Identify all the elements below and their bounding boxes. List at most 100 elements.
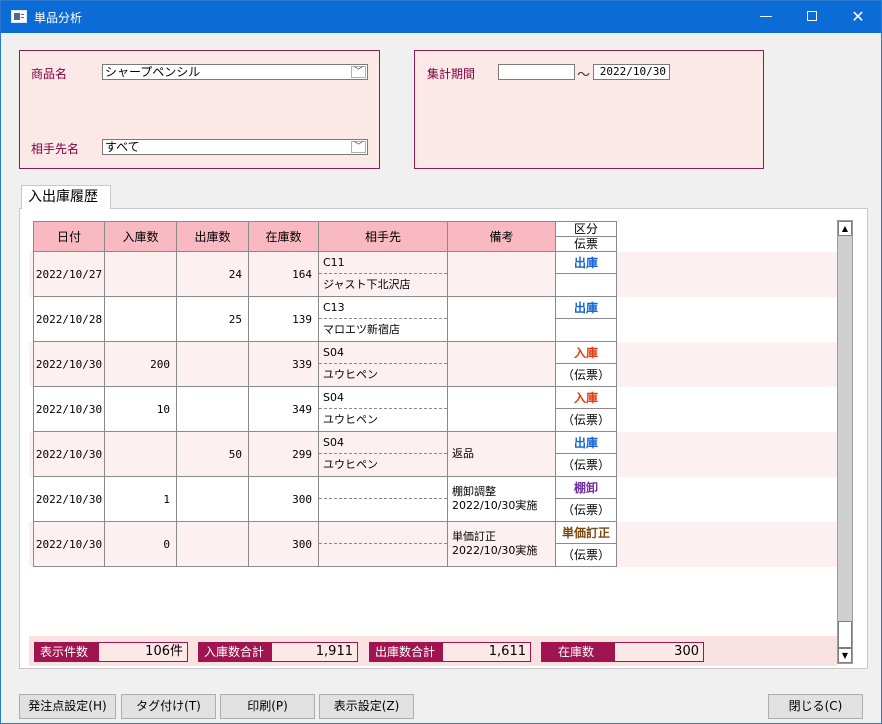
cell-note bbox=[447, 296, 556, 342]
cell-partner: S04 ユウヒペン bbox=[318, 386, 448, 432]
product-value: シャープペンシル bbox=[105, 65, 201, 79]
product-select[interactable]: シャープペンシル ﹀ bbox=[102, 64, 368, 80]
chevron-down-icon[interactable]: ﹀ bbox=[351, 66, 366, 78]
table-row[interactable]: 2022/10/27 24 164 C11 ジャスト下北沢店 bbox=[33, 251, 556, 297]
cell-partner: C11 ジャスト下北沢店 bbox=[318, 251, 448, 297]
period-from-field[interactable] bbox=[498, 64, 575, 80]
partner-name: ユウヒペン bbox=[323, 368, 378, 381]
slip-link[interactable]: （伝票） bbox=[555, 363, 617, 387]
cell-stock: 339 bbox=[248, 341, 319, 387]
partner-code: S04 bbox=[319, 432, 447, 454]
cell-date: 2022/10/30 bbox=[33, 521, 105, 567]
type-cell: 入庫 bbox=[555, 341, 617, 364]
period-label: 集計期間 bbox=[427, 67, 476, 81]
cell-out bbox=[176, 476, 249, 522]
slip-link[interactable]: （伝票） bbox=[555, 543, 617, 567]
col-partner-header[interactable]: 相手先 bbox=[318, 221, 448, 252]
close-button[interactable]: 閉じる(C) bbox=[768, 694, 863, 719]
history-table: 日付 入庫数 出庫数 在庫数 相手先 備考 2022/10/27 24 164 … bbox=[33, 221, 556, 567]
partner-name: マロエツ新宿店 bbox=[323, 323, 400, 336]
stock-value: 300 bbox=[614, 642, 704, 662]
type-cell: 単価訂正 bbox=[555, 521, 617, 544]
chevron-down-icon[interactable]: ﹀ bbox=[351, 141, 366, 153]
partner-name: ジャスト下北沢店 bbox=[323, 278, 411, 291]
cell-date: 2022/10/30 bbox=[33, 476, 105, 522]
cell-stock: 349 bbox=[248, 386, 319, 432]
order-point-button[interactable]: 発注点設定(H) bbox=[19, 694, 116, 719]
table-row[interactable]: 2022/10/28 25 139 C13 マロエツ新宿店 bbox=[33, 296, 556, 342]
cell-out bbox=[176, 386, 249, 432]
partner-code bbox=[319, 477, 447, 499]
partner-value: すべて bbox=[105, 140, 140, 154]
note-line1: 単価訂正 bbox=[452, 530, 496, 543]
col-out-header[interactable]: 出庫数 bbox=[176, 221, 249, 252]
tab-history[interactable]: 入出庫履歴 bbox=[21, 185, 111, 209]
slip-link[interactable]: （伝票） bbox=[555, 453, 617, 477]
table-row[interactable]: 2022/10/30 200 339 S04 ユウヒペン bbox=[33, 341, 556, 387]
scroll-thumb[interactable] bbox=[838, 621, 852, 648]
cell-note: 返品 bbox=[447, 431, 556, 477]
type-cell: 出庫 bbox=[555, 296, 617, 319]
cell-out: 25 bbox=[176, 296, 249, 342]
app-icon bbox=[11, 10, 27, 23]
cell-in bbox=[104, 251, 177, 297]
cell-out: 50 bbox=[176, 431, 249, 477]
out-total-value: 1,611 bbox=[442, 642, 531, 662]
col-note-header[interactable]: 備考 bbox=[447, 221, 556, 252]
partner-code: S04 bbox=[319, 342, 447, 364]
cell-date: 2022/10/30 bbox=[33, 431, 105, 477]
partner-code: C11 bbox=[319, 252, 447, 274]
table-row[interactable]: 2022/10/30 0 300 単価訂正 2022/10/30実施 bbox=[33, 521, 556, 567]
cell-partner: S04 ユウヒペン bbox=[318, 431, 448, 477]
partner-name: ユウヒペン bbox=[323, 413, 378, 426]
close-window-button[interactable]: ✕ bbox=[835, 1, 881, 33]
partner-code bbox=[319, 522, 447, 544]
cell-note: 棚卸調整 2022/10/30実施 bbox=[447, 476, 556, 522]
col-date-header[interactable]: 日付 bbox=[33, 221, 105, 252]
main-window: 単品分析 — ✕ 商品名 シャープペンシル ﹀ 相手先名 すべて ﹀ 集計期間 … bbox=[0, 0, 882, 724]
cell-stock: 164 bbox=[248, 251, 319, 297]
table-row[interactable]: 2022/10/30 50 299 S04 ユウヒペン 返品 bbox=[33, 431, 556, 477]
cell-date: 2022/10/30 bbox=[33, 386, 105, 432]
scroll-down-icon[interactable]: ▼ bbox=[838, 648, 852, 663]
table-header-row: 日付 入庫数 出庫数 在庫数 相手先 備考 bbox=[33, 221, 556, 252]
slip-link[interactable] bbox=[555, 318, 617, 342]
cell-date: 2022/10/27 bbox=[33, 251, 105, 297]
note-line2: 2022/10/30実施 bbox=[452, 499, 538, 512]
partner-code: C13 bbox=[319, 297, 447, 319]
maximize-button[interactable] bbox=[789, 1, 835, 33]
cell-out bbox=[176, 341, 249, 387]
partner-name bbox=[319, 544, 447, 566]
cell-in bbox=[104, 296, 177, 342]
display-settings-button[interactable]: 表示設定(Z) bbox=[319, 694, 414, 719]
type-cell: 出庫 bbox=[555, 431, 617, 454]
type-header: 区分 bbox=[555, 221, 617, 237]
cell-in: 10 bbox=[104, 386, 177, 432]
maximize-icon bbox=[807, 11, 817, 21]
period-to-field[interactable]: 2022/10/30 bbox=[593, 64, 670, 80]
title-bar[interactable]: 単品分析 — ✕ bbox=[1, 1, 881, 33]
cell-note bbox=[447, 386, 556, 432]
vertical-scrollbar[interactable]: ▲ ▼ bbox=[837, 220, 853, 664]
col-in-header[interactable]: 入庫数 bbox=[104, 221, 177, 252]
table-row[interactable]: 2022/10/30 10 349 S04 ユウヒペン bbox=[33, 386, 556, 432]
cell-in: 1 bbox=[104, 476, 177, 522]
stock-label: 在庫数 bbox=[541, 642, 614, 662]
tag-button[interactable]: タグ付け(T) bbox=[121, 694, 216, 719]
slip-link[interactable]: （伝票） bbox=[555, 498, 617, 522]
cell-stock: 300 bbox=[248, 476, 319, 522]
col-stock-header[interactable]: 在庫数 bbox=[248, 221, 319, 252]
partner-select[interactable]: すべて ﹀ bbox=[102, 139, 368, 155]
print-button[interactable]: 印刷(P) bbox=[220, 694, 315, 719]
count-label: 表示件数 bbox=[34, 642, 98, 662]
partner-label: 相手先名 bbox=[31, 142, 80, 156]
slip-link[interactable]: （伝票） bbox=[555, 408, 617, 432]
slip-link[interactable] bbox=[555, 273, 617, 297]
scroll-up-icon[interactable]: ▲ bbox=[838, 221, 852, 236]
cell-note bbox=[447, 251, 556, 297]
table-row[interactable]: 2022/10/30 1 300 棚卸調整 2022/10/30実施 bbox=[33, 476, 556, 522]
cell-stock: 139 bbox=[248, 296, 319, 342]
partner-name: ユウヒペン bbox=[323, 458, 378, 471]
minimize-button[interactable]: — bbox=[743, 1, 789, 33]
cell-date: 2022/10/30 bbox=[33, 341, 105, 387]
